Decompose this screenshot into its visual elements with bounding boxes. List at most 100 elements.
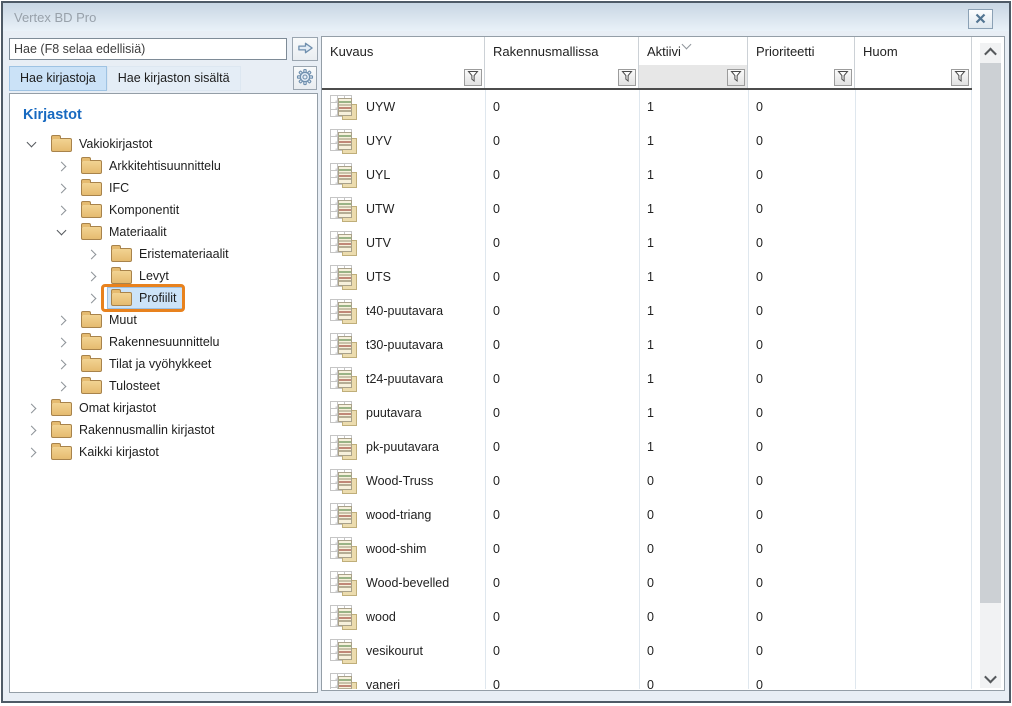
tree-item-rakennusmallin-kirjastot[interactable]: Rakennusmallin kirjastot [10, 419, 317, 441]
tree-item-box[interactable]: Rakennesuunnittelu [77, 331, 226, 353]
table-row-uyw[interactable]: UYW010 [322, 90, 972, 124]
tree-item-box[interactable]: Rakennusmallin kirjastot [47, 419, 220, 441]
table-row-wood-shim[interactable]: wood-shim000 [322, 532, 972, 566]
tree-item-profiilit[interactable]: Profiilit [10, 287, 317, 309]
search-settings-button[interactable] [293, 66, 317, 90]
arrow-right-icon [297, 41, 314, 58]
column-divider [639, 90, 640, 689]
tree-item-materiaalit[interactable]: Materiaalit [10, 221, 317, 243]
tree-item-box[interactable]: Kaikki kirjastot [47, 441, 165, 463]
tree-item-komponentit[interactable]: Komponentit [10, 199, 317, 221]
chevron-right-icon[interactable] [87, 271, 97, 281]
tree-item-box[interactable]: Profiilit [107, 287, 183, 309]
table-row-uyl[interactable]: UYL010 [322, 158, 972, 192]
chevron-right-icon[interactable] [57, 359, 67, 369]
tree-item-omat-kirjastot[interactable]: Omat kirjastot [10, 397, 317, 419]
tree-item-ifc[interactable]: IFC [10, 177, 317, 199]
tree-item-box[interactable]: Levyt [107, 265, 175, 287]
table-row-puutavara[interactable]: puutavara010 [322, 396, 972, 430]
row-cell-huom [855, 634, 972, 668]
column-header-huom[interactable]: Huom [855, 37, 972, 65]
table-row-utv[interactable]: UTV010 [322, 226, 972, 260]
title-bar[interactable]: Vertex BD Pro [3, 3, 1009, 31]
table-row-utw[interactable]: UTW010 [322, 192, 972, 226]
filter-button-kuvaus[interactable] [464, 69, 482, 86]
tree-item-box[interactable]: IFC [77, 177, 135, 199]
filter-button-huom[interactable] [951, 69, 969, 86]
tree-item-box[interactable]: Tulosteet [77, 375, 166, 397]
row-cell-prioriteetti: 0 [748, 328, 855, 362]
chevron-right-icon[interactable] [27, 403, 37, 413]
tree-item-box[interactable]: Muut [77, 309, 143, 331]
chevron-right-icon[interactable] [57, 381, 67, 391]
tree-item-box[interactable]: Arkkitehtisuunnittelu [77, 155, 227, 177]
tab-hae-kirjastoja[interactable]: Hae kirjastoja [9, 66, 107, 91]
chevron-right-icon[interactable] [57, 183, 67, 193]
scrollbar-down-button[interactable] [980, 669, 1001, 688]
search-go-button[interactable] [292, 37, 318, 61]
document-front-icon [338, 506, 352, 524]
cell-value: 0 [756, 372, 763, 386]
table-row-vesikourut[interactable]: vesikourut000 [322, 634, 972, 668]
tree-item-label: Levyt [139, 269, 169, 283]
vertical-scrollbar[interactable] [980, 43, 1001, 688]
table-row-pk-puutavara[interactable]: pk-puutavara010 [322, 430, 972, 464]
chevron-right-icon[interactable] [27, 425, 37, 435]
table-row-wood[interactable]: wood000 [322, 600, 972, 634]
tree-item-arkkitehtisuunnittelu[interactable]: Arkkitehtisuunnittelu [10, 155, 317, 177]
column-header-kuvaus[interactable]: Kuvaus [322, 37, 485, 65]
table-row-uts[interactable]: UTS010 [322, 260, 972, 294]
row-label: Wood-bevelled [366, 566, 449, 600]
cell-value: 0 [493, 474, 500, 488]
table-row-wood-truss[interactable]: Wood-Truss000 [322, 464, 972, 498]
filter-button-prioriteetti[interactable] [834, 69, 852, 86]
scrollbar-up-button[interactable] [980, 43, 1001, 62]
tree-item-muut[interactable]: Muut [10, 309, 317, 331]
table-row-t40-puutavara[interactable]: t40-puutavara010 [322, 294, 972, 328]
chevron-right-icon[interactable] [57, 337, 67, 347]
tree-item-kaikki-kirjastot[interactable]: Kaikki kirjastot [10, 441, 317, 463]
table-row-t24-puutavara[interactable]: t24-puutavara010 [322, 362, 972, 396]
row-cell-rakennusmallissa: 0 [485, 362, 639, 396]
table-row-vaneri[interactable]: vaneri000 [322, 668, 972, 689]
tree-item-box[interactable]: Vakiokirjastot [47, 133, 158, 155]
chevron-right-icon[interactable] [57, 161, 67, 171]
column-header-prioriteetti[interactable]: Prioriteetti [748, 37, 855, 65]
chevron-right-icon[interactable] [27, 447, 37, 457]
tree-item-box[interactable]: Materiaalit [77, 221, 173, 243]
tree-item-box[interactable]: Eristemateriaalit [107, 243, 235, 265]
tree-item-rakennesuunnittelu[interactable]: Rakennesuunnittelu [10, 331, 317, 353]
row-cell-aktiivi: 1 [639, 158, 748, 192]
scrollbar-thumb[interactable] [980, 63, 1001, 603]
window-close-button[interactable] [968, 9, 993, 29]
cell-value: 0 [756, 542, 763, 556]
tree-item-box[interactable]: Tilat ja vyöhykkeet [77, 353, 217, 375]
chevron-right-icon[interactable] [57, 205, 67, 215]
column-header-aktiivi[interactable]: Aktiivi [639, 37, 748, 65]
tree-item-tilat-ja-vy-hykkeet[interactable]: Tilat ja vyöhykkeet [10, 353, 317, 375]
tree-item-box[interactable]: Omat kirjastot [47, 397, 162, 419]
chevron-down-icon[interactable] [27, 138, 37, 148]
chevron-right-icon[interactable] [87, 293, 97, 303]
tree-item-vakiokirjastot[interactable]: Vakiokirjastot [10, 133, 317, 155]
chevron-right-icon[interactable] [87, 249, 97, 259]
table-row-uyv[interactable]: UYV010 [322, 124, 972, 158]
tree-item-label: Arkkitehtisuunnittelu [109, 159, 221, 173]
table-row-wood-triang[interactable]: wood-triang000 [322, 498, 972, 532]
column-header-label: Rakennusmallissa [493, 44, 599, 59]
search-input[interactable] [9, 38, 287, 60]
tree-item-tulosteet[interactable]: Tulosteet [10, 375, 317, 397]
filter-button-rakennusmallissa[interactable] [618, 69, 636, 86]
column-header-rakennusmallissa[interactable]: Rakennusmallissa [485, 37, 639, 65]
chevron-down-icon[interactable] [57, 226, 67, 236]
table-header-row: Kuvaus Rakennusmallissa AktiiviPrioriteett… [322, 37, 1004, 65]
table-row-t30-puutavara[interactable]: t30-puutavara010 [322, 328, 972, 362]
filter-button-aktiivi[interactable] [727, 69, 745, 86]
tab-hae-kirjaston-sisalta[interactable]: Hae kirjaston sisältä [107, 66, 241, 91]
chevron-right-icon[interactable] [57, 315, 67, 325]
table-row-wood-bevelled[interactable]: Wood-bevelled000 [322, 566, 972, 600]
tree-item-box[interactable]: Komponentit [77, 199, 185, 221]
folder-icon [81, 160, 102, 174]
tree-item-eristemateriaalit[interactable]: Eristemateriaalit [10, 243, 317, 265]
tree-item-levyt[interactable]: Levyt [10, 265, 317, 287]
